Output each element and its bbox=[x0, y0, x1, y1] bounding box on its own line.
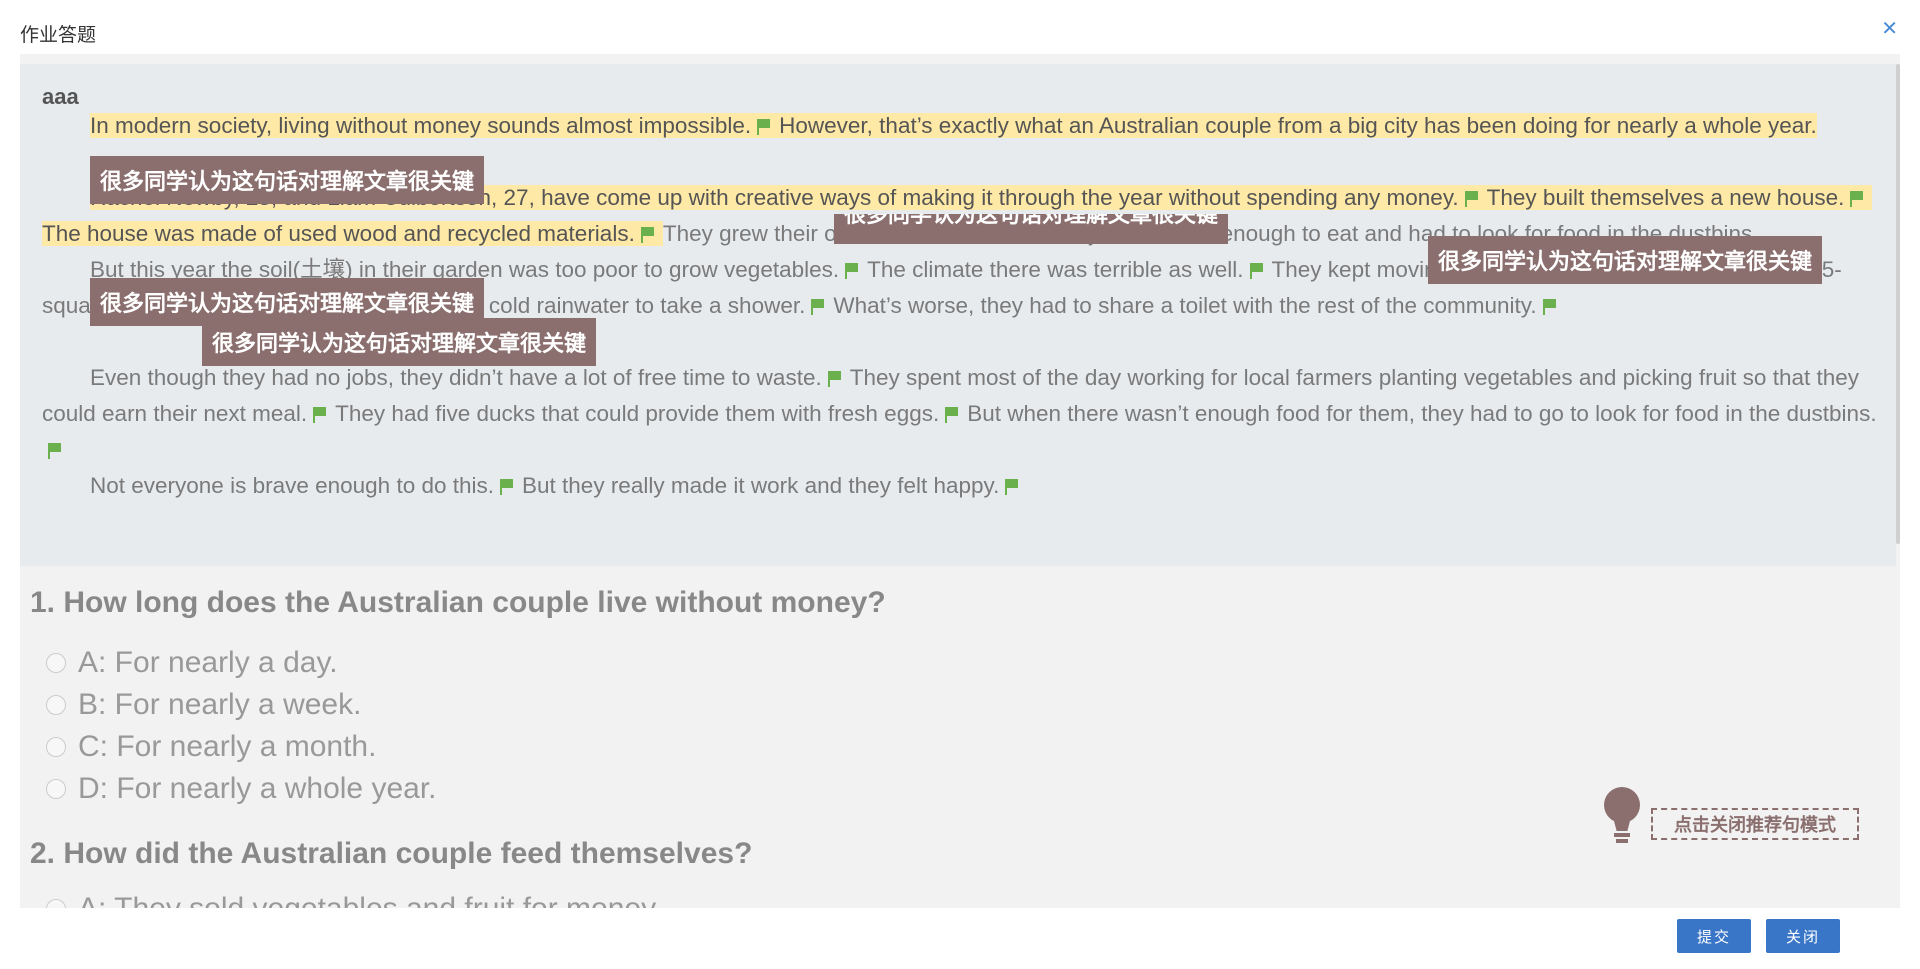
radio-button[interactable] bbox=[46, 695, 66, 715]
radio-button[interactable] bbox=[46, 899, 66, 908]
sentence[interactable]: What’s worse, they had to share a toilet… bbox=[833, 293, 1536, 318]
option-1a[interactable]: A: For nearly a day. bbox=[46, 646, 338, 680]
recommend-tag: 很多同学认为这句话对理解文章很关键 bbox=[834, 214, 1229, 244]
sentence[interactable]: The climate there was terrible as well. bbox=[867, 257, 1243, 282]
flag-icon[interactable] bbox=[1464, 191, 1479, 207]
sentence[interactable]: They had five ducks that could provide t… bbox=[335, 401, 939, 426]
dialog-body: aaa In modern society, living without mo… bbox=[20, 54, 1900, 908]
flag-icon[interactable] bbox=[640, 227, 655, 243]
lightbulb-icon[interactable] bbox=[1604, 787, 1642, 847]
recommended-sentence[interactable]: However, that’s exactly what an Australi… bbox=[779, 113, 1817, 138]
option-1c[interactable]: C: For nearly a month. bbox=[46, 730, 376, 764]
passage-title: aaa bbox=[42, 84, 79, 109]
option-1d[interactable]: D: For nearly a whole year. bbox=[46, 772, 437, 806]
dialog-footer bbox=[0, 908, 1920, 969]
close-button[interactable]: 关闭 bbox=[1766, 919, 1840, 953]
option-2a[interactable]: A: They sold vegetables and fruit for mo… bbox=[46, 892, 662, 908]
option-1b[interactable]: B: For nearly a week. bbox=[46, 688, 361, 722]
sentence[interactable]: Not everyone is brave enough to do this. bbox=[90, 473, 494, 498]
flag-icon[interactable] bbox=[1249, 263, 1264, 279]
passage-scrollbar[interactable] bbox=[1896, 64, 1900, 544]
sentence[interactable]: But they really made it work and they fe… bbox=[522, 473, 999, 498]
passage-paragraph-5: Not everyone is brave enough to do this.… bbox=[42, 468, 1892, 504]
flag-icon[interactable] bbox=[945, 407, 959, 423]
flag-icon[interactable] bbox=[313, 407, 327, 423]
dialog-header: 作业答题 ✕ bbox=[0, 0, 1920, 54]
recommended-sentence[interactable]: The house was made of used wood and recy… bbox=[42, 221, 635, 246]
radio-button[interactable] bbox=[46, 779, 66, 799]
flag-icon[interactable] bbox=[757, 119, 771, 135]
close-icon[interactable]: ✕ bbox=[1881, 16, 1898, 41]
flag-icon[interactable] bbox=[1005, 479, 1019, 495]
toggle-recommend-mode-button[interactable]: 点击关闭推荐句模式 bbox=[1651, 808, 1859, 840]
question-2: 2. How did the Australian couple feed th… bbox=[30, 837, 753, 870]
dialog-title: 作业答题 bbox=[20, 25, 97, 46]
radio-button[interactable] bbox=[46, 737, 66, 757]
passage-paragraph-1: In modern society, living without money … bbox=[42, 108, 1892, 144]
reading-passage: aaa In modern society, living without mo… bbox=[20, 64, 1896, 566]
submit-button[interactable]: 提交 bbox=[1677, 919, 1751, 953]
flag-icon[interactable] bbox=[845, 263, 859, 279]
sentence[interactable]: But when there wasn’t enough food for th… bbox=[967, 401, 1876, 426]
recommended-sentence[interactable]: In modern society, living without money … bbox=[90, 113, 752, 138]
recommend-tag: 很多同学认为这句话对理解文章很关键 bbox=[202, 318, 597, 366]
flag-icon[interactable] bbox=[811, 299, 825, 315]
recommended-sentence[interactable]: They built themselves a new house. bbox=[1486, 185, 1845, 210]
recommend-tag: 很多同学认为这句话对理解文章很关键 bbox=[90, 156, 485, 204]
recommend-tag: 很多同学认为这句话对理解文章很关键 bbox=[1428, 236, 1823, 284]
flag-icon[interactable] bbox=[827, 371, 842, 387]
flag-icon[interactable] bbox=[500, 479, 514, 495]
question-1: 1. How long does the Australian couple l… bbox=[30, 586, 886, 619]
sentence[interactable]: Even though they had no jobs, they didn’… bbox=[90, 365, 822, 390]
flag-icon[interactable] bbox=[1542, 299, 1557, 315]
passage-paragraph-4: Even though they had no jobs, they didn’… bbox=[42, 360, 1892, 468]
flag-icon[interactable] bbox=[48, 443, 62, 459]
radio-button[interactable] bbox=[46, 653, 66, 673]
flag-icon[interactable] bbox=[1850, 191, 1864, 207]
